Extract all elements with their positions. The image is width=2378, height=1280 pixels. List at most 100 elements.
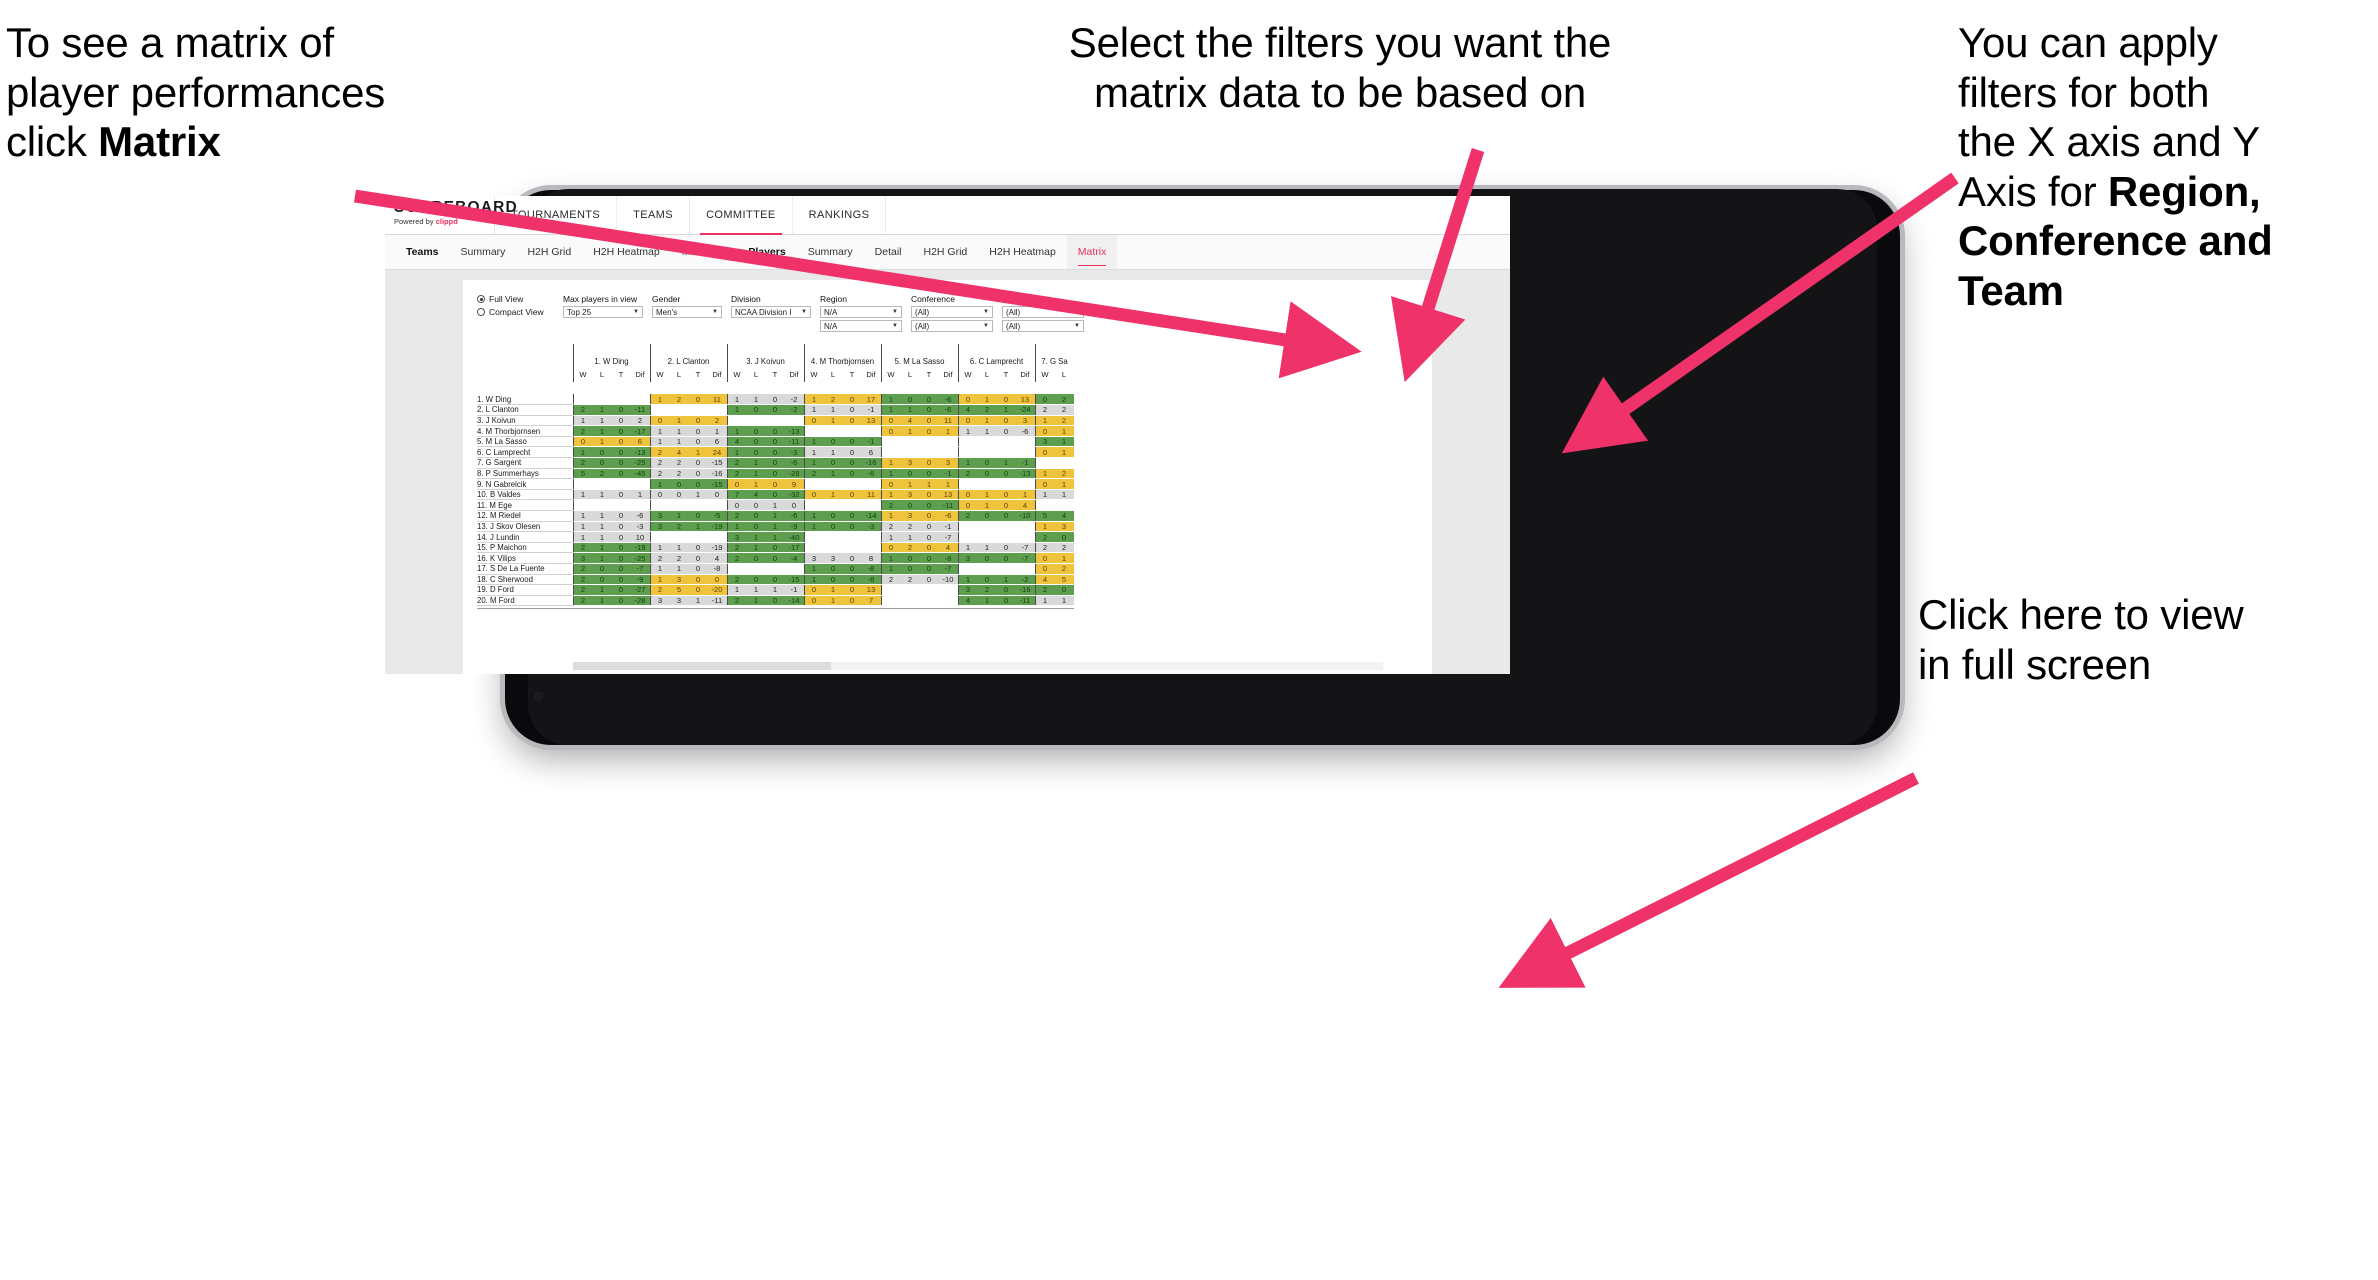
matrix-cell[interactable]: 0 <box>1034 425 1055 437</box>
matrix-cell[interactable]: 1 <box>977 489 997 501</box>
matrix-cell[interactable]: 1 <box>938 478 958 490</box>
matrix-cell[interactable]: 3 <box>572 552 593 564</box>
matrix-cell[interactable]: 0 <box>611 574 631 586</box>
matrix-cell[interactable]: 2 <box>707 415 727 427</box>
matrix-cell[interactable]: 0 <box>746 404 766 416</box>
matrix-cell[interactable]: 0 <box>823 457 843 469</box>
matrix-cell[interactable]: 1 <box>669 510 689 522</box>
matrix-cell[interactable]: 1 <box>592 542 612 554</box>
matrix-cell[interactable]: 0 <box>688 415 708 427</box>
matrix-cell[interactable]: 1 <box>649 574 670 586</box>
matrix-cell[interactable]: -19 <box>707 521 727 533</box>
matrix-cell[interactable]: 0 <box>996 425 1016 437</box>
matrix-cell[interactable]: 0 <box>880 542 901 554</box>
matrix-cell[interactable]: 17 <box>861 394 881 406</box>
matrix-cell[interactable]: 1 <box>726 584 747 596</box>
matrix-cell[interactable]: 1 <box>746 468 766 480</box>
matrix-cell[interactable]: 0 <box>688 510 708 522</box>
matrix-cell[interactable]: 3 <box>1034 436 1055 448</box>
matrix-cell[interactable]: -13 <box>784 425 804 437</box>
matrix-cell[interactable]: 0 <box>688 468 708 480</box>
matrix-cell[interactable]: 2 <box>669 468 689 480</box>
matrix-cell[interactable]: 7 <box>726 489 747 501</box>
matrix-cell[interactable]: 2 <box>900 542 920 554</box>
tab-players-matrix[interactable]: Matrix <box>1066 235 1118 269</box>
matrix-cell[interactable]: 2 <box>572 425 593 437</box>
matrix-cell[interactable]: 3 <box>1054 521 1074 533</box>
scrollbar-thumb[interactable] <box>573 662 831 670</box>
matrix-cell[interactable]: 1 <box>746 595 766 607</box>
matrix-cell[interactable]: 2 <box>649 552 670 564</box>
matrix-cell[interactable]: 2 <box>1034 542 1055 554</box>
matrix-cell[interactable]: 0 <box>842 468 862 480</box>
matrix-cell[interactable]: 8 <box>861 552 881 564</box>
matrix-cell[interactable]: 3 <box>900 457 920 469</box>
max-players-select[interactable]: Top 25 ▼ <box>563 306 643 318</box>
matrix-row[interactable]: 1. W Ding 1 2 0 11 1 1 0 -2 1 2 0 17 1 0 0 -6 0 1 0 13 0 2 <box>477 394 1074 406</box>
matrix-cell[interactable]: 1 <box>977 425 997 437</box>
region-y-select[interactable]: N/A ▼ <box>820 320 902 332</box>
matrix-cell[interactable]: 0 <box>746 436 766 448</box>
matrix-cell[interactable]: 1 <box>649 478 670 490</box>
matrix-cell[interactable]: 2 <box>957 510 978 522</box>
matrix-cell[interactable]: 1 <box>1034 415 1055 427</box>
matrix-cell[interactable]: -2 <box>784 394 804 406</box>
matrix-cell[interactable]: 3 <box>669 595 689 607</box>
matrix-cell[interactable]: -8 <box>861 563 881 575</box>
matrix-cell[interactable]: 1 <box>726 394 747 406</box>
matrix-cell[interactable]: 0 <box>592 457 612 469</box>
matrix-cell[interactable]: 1 <box>880 394 901 406</box>
conference-x-select[interactable]: (All) ▼ <box>911 306 993 318</box>
matrix-cell[interactable]: -1 <box>861 404 881 416</box>
matrix-cell[interactable]: 0 <box>611 457 631 469</box>
matrix-cell[interactable]: 3 <box>823 552 843 564</box>
matrix-cell[interactable]: 0 <box>765 446 785 459</box>
players-y-select[interactable]: (All) ▼ <box>1002 320 1084 332</box>
matrix-cell[interactable]: 2 <box>900 574 920 586</box>
matrix-cell[interactable]: 2 <box>803 468 824 480</box>
matrix-cell[interactable]: 0 <box>765 468 785 480</box>
matrix-cell[interactable]: -17 <box>630 425 650 437</box>
matrix-cell[interactable]: 1 <box>1054 436 1074 448</box>
matrix-cell[interactable]: 1 <box>649 436 670 448</box>
matrix-cell[interactable]: 0 <box>996 552 1016 564</box>
radio-compact-view[interactable]: Compact View <box>477 307 563 317</box>
matrix-cell[interactable]: 0 <box>919 404 939 416</box>
matrix-cell[interactable]: 1 <box>649 542 670 554</box>
matrix-cell[interactable]: 0 <box>842 415 862 427</box>
matrix-cell[interactable]: 0 <box>688 425 708 437</box>
matrix-cell[interactable]: 1 <box>592 595 612 607</box>
matrix-cell[interactable]: 4 <box>900 415 920 427</box>
matrix-cell[interactable]: -8 <box>707 563 727 575</box>
matrix-cell[interactable]: 0 <box>957 499 978 512</box>
matrix-cell[interactable]: 3 <box>900 510 920 522</box>
matrix-cell[interactable]: 4 <box>726 436 747 448</box>
matrix-cell[interactable]: -6 <box>784 510 804 522</box>
matrix-cell[interactable]: 0 <box>842 574 862 586</box>
matrix-cell[interactable]: 0 <box>765 404 785 416</box>
matrix-cell[interactable]: -40 <box>784 531 804 543</box>
matrix-cell[interactable]: 1 <box>688 446 708 459</box>
matrix-cell[interactable]: 0 <box>919 457 939 469</box>
matrix-cell[interactable]: 0 <box>688 457 708 469</box>
matrix-cell[interactable]: 2 <box>957 468 978 480</box>
matrix-cell[interactable]: 0 <box>611 489 631 501</box>
matrix-cell[interactable]: 24 <box>707 446 727 459</box>
matrix-cell[interactable]: 0 <box>611 415 631 427</box>
matrix-cell[interactable]: 0 <box>919 574 939 586</box>
matrix-cell[interactable]: 2 <box>726 574 747 586</box>
matrix-cell[interactable]: 1 <box>765 510 785 522</box>
matrix-cell[interactable]: 3 <box>957 584 978 596</box>
matrix-cell[interactable]: 0 <box>746 499 766 512</box>
matrix-cell[interactable]: 1 <box>592 531 612 543</box>
matrix-cell[interactable]: -13 <box>630 446 650 459</box>
matrix-cell[interactable]: 0 <box>842 552 862 564</box>
matrix-cell[interactable]: 1 <box>957 457 978 469</box>
matrix-column-header[interactable]: 1. W Ding <box>572 344 650 366</box>
matrix-cell[interactable]: -1 <box>1015 457 1035 469</box>
matrix-cell[interactable]: -2 <box>1015 574 1035 586</box>
matrix-cell[interactable]: 1 <box>957 574 978 586</box>
matrix-cell[interactable]: 4 <box>746 489 766 501</box>
matrix-row[interactable]: 17. S De La Fuente 2 0 0 -7 1 1 0 -8 1 0 0 -8 1 0 0 -7 0 2 <box>477 563 1074 575</box>
matrix-cell[interactable]: 0 <box>823 563 843 575</box>
